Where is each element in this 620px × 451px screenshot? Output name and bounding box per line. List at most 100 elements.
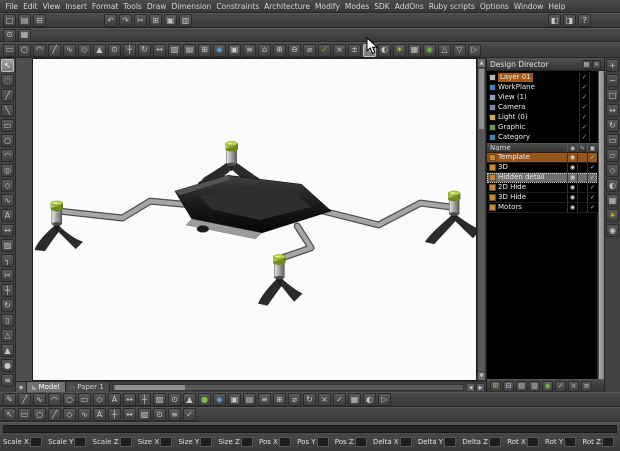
extrude-tool-icon[interactable]: ▲: [1, 344, 14, 357]
print-icon[interactable]: ▥: [179, 14, 192, 27]
menu-item[interactable]: Options: [477, 2, 511, 11]
layer-lock-toggle[interactable]: ✓: [587, 203, 597, 212]
home-view-icon[interactable]: ⌂: [258, 43, 271, 57]
drone-rotor-left[interactable]: [50, 200, 63, 226]
tree-item[interactable]: Layer 01 ✓: [489, 72, 597, 82]
layers-icon[interactable]: ▤: [243, 393, 256, 406]
screen-split-icon[interactable]: ◧: [548, 14, 561, 27]
rectangle-tool-icon[interactable]: ▭: [78, 393, 91, 406]
point-tool-icon[interactable]: ⊙: [108, 43, 121, 57]
polygon-tool-icon[interactable]: ◇: [78, 43, 91, 57]
front-view-icon[interactable]: ▱: [606, 149, 619, 162]
line-tool-icon[interactable]: ╱: [48, 43, 61, 57]
rectangle-tool-icon[interactable]: ▭: [3, 43, 16, 57]
tree-item[interactable]: WorkPlane ✓: [489, 82, 597, 92]
move-tool-icon[interactable]: ┼: [123, 43, 136, 57]
layer-row[interactable]: Motors ◉ ✓: [487, 203, 597, 213]
drone-rotor-rear[interactable]: [225, 141, 238, 167]
circle-tool-icon[interactable]: ○: [33, 408, 46, 421]
horizontal-scrollbar[interactable]: [111, 383, 464, 391]
tree-extra-check[interactable]: [589, 72, 597, 82]
horizontal-scroll-thumb[interactable]: [114, 384, 185, 390]
tree-extra-check[interactable]: [589, 82, 597, 92]
text-tool-icon[interactable]: A: [93, 408, 106, 421]
layer-properties-icon[interactable]: ▤: [516, 380, 527, 392]
union-tool-icon[interactable]: ⊕: [273, 43, 286, 57]
dimension-tool-icon[interactable]: ↔: [123, 393, 136, 406]
polygon-tool-icon[interactable]: ◇: [1, 179, 14, 192]
text-tool-icon[interactable]: A: [1, 209, 14, 222]
vertical-scroll-thumb[interactable]: [479, 69, 484, 129]
tree-visibility-check[interactable]: ✓: [579, 102, 589, 112]
line-tool-icon[interactable]: ╱: [48, 408, 61, 421]
grid-toggle-icon[interactable]: ▦: [18, 28, 31, 42]
new-file-icon[interactable]: □: [3, 14, 16, 27]
scale-tool-icon[interactable]: △: [438, 43, 451, 57]
apply-icon[interactable]: ✓: [183, 408, 196, 421]
list-icon[interactable]: ≡: [243, 43, 256, 57]
rotate-tool-icon[interactable]: ↻: [303, 393, 316, 406]
open-file-icon[interactable]: ▤: [18, 14, 31, 27]
toggle-visibility-icon[interactable]: ◉: [542, 380, 553, 392]
drone-body[interactable]: [174, 174, 332, 240]
tree-item[interactable]: Camera ✓: [489, 102, 597, 112]
move-tool-icon[interactable]: ┼: [1, 284, 14, 297]
line-tool-icon[interactable]: ╱: [1, 89, 14, 102]
sun-light-icon[interactable]: ☀: [606, 209, 619, 222]
tree-item[interactable]: Category ✓: [489, 132, 597, 142]
copy-icon[interactable]: ⊞: [149, 14, 162, 27]
drone-rotor-front[interactable]: [273, 254, 286, 280]
circle-tool-icon[interactable]: ○: [63, 393, 76, 406]
subtract-tool-icon[interactable]: ⊖: [288, 43, 301, 57]
menu-item[interactable]: Modify: [313, 2, 343, 11]
spline-tool-icon[interactable]: ∿: [63, 43, 76, 57]
layer-visibility-toggle[interactable]: ◉: [567, 203, 577, 212]
vertical-scrollbar[interactable]: ▲ ▼: [477, 58, 486, 381]
layer-lock-toggle[interactable]: ✓: [587, 153, 597, 162]
text-tool-icon[interactable]: A: [108, 393, 121, 406]
layer-row[interactable]: 3D Hide ◉ ✓: [487, 193, 597, 203]
diameter-dim-icon[interactable]: ⌀: [288, 393, 301, 406]
iso-view-icon[interactable]: ◇: [606, 164, 619, 177]
circle-tool-icon[interactable]: ○: [1, 134, 14, 147]
status-field-input[interactable]: [119, 436, 132, 447]
mirror-tool-icon[interactable]: ↔: [123, 408, 136, 421]
help-icon[interactable]: ?: [578, 14, 591, 27]
status-field-input[interactable]: [316, 436, 329, 447]
layer-visibility-toggle[interactable]: ◉: [567, 153, 577, 162]
status-field-input[interactable]: [601, 436, 614, 447]
sheet-tab[interactable]: ◣ Model: [27, 381, 66, 393]
mirror-tool-icon[interactable]: ↔: [153, 43, 166, 57]
move-tool-icon[interactable]: ┼: [108, 408, 121, 421]
erase-tool-icon[interactable]: ×: [318, 393, 331, 406]
layer-edit-toggle[interactable]: [577, 163, 587, 172]
status-field-input[interactable]: [564, 436, 577, 447]
layer-lock-toggle[interactable]: ✓: [587, 193, 597, 202]
layer-row[interactable]: 2D Hide ◉ ✓: [487, 183, 597, 193]
menu-item[interactable]: Dimension: [169, 2, 214, 11]
hatch-tool-icon[interactable]: ▨: [138, 408, 151, 421]
menu-item[interactable]: Insert: [63, 2, 90, 11]
array-tool-icon[interactable]: ⊞: [198, 43, 211, 57]
panel-close-icon[interactable]: ×: [592, 59, 601, 69]
rectangle-tool-icon[interactable]: ▭: [1, 119, 14, 132]
select-arrow-icon[interactable]: ↖: [1, 59, 14, 72]
sheet-corner-icon[interactable]: ◆: [16, 381, 27, 393]
hatch-tool-icon[interactable]: ▨: [1, 239, 14, 252]
offset-tool-icon[interactable]: ±: [348, 43, 361, 57]
sort-layers-icon[interactable]: ▥: [529, 380, 540, 392]
rectangle-tool-icon[interactable]: ▭: [18, 408, 31, 421]
arc-tool-icon[interactable]: ◠: [1, 149, 14, 162]
select-tool-icon[interactable]: ↖: [363, 43, 376, 57]
tree-visibility-check[interactable]: ✓: [579, 72, 589, 82]
grid-icon[interactable]: ▦: [348, 393, 361, 406]
prompt-line[interactable]: [3, 425, 617, 433]
menu-item[interactable]: Tools: [121, 2, 144, 11]
layer-edit-toggle[interactable]: [577, 153, 587, 162]
layer-row[interactable]: 3D ◉ ✓: [487, 163, 597, 173]
menu-item[interactable]: Edit: [21, 2, 41, 11]
hatch-tool-icon[interactable]: ▨: [153, 393, 166, 406]
status-field-input[interactable]: [240, 436, 253, 447]
cut-icon[interactable]: ✂: [134, 14, 147, 27]
point-tool-icon[interactable]: ⊙: [153, 408, 166, 421]
